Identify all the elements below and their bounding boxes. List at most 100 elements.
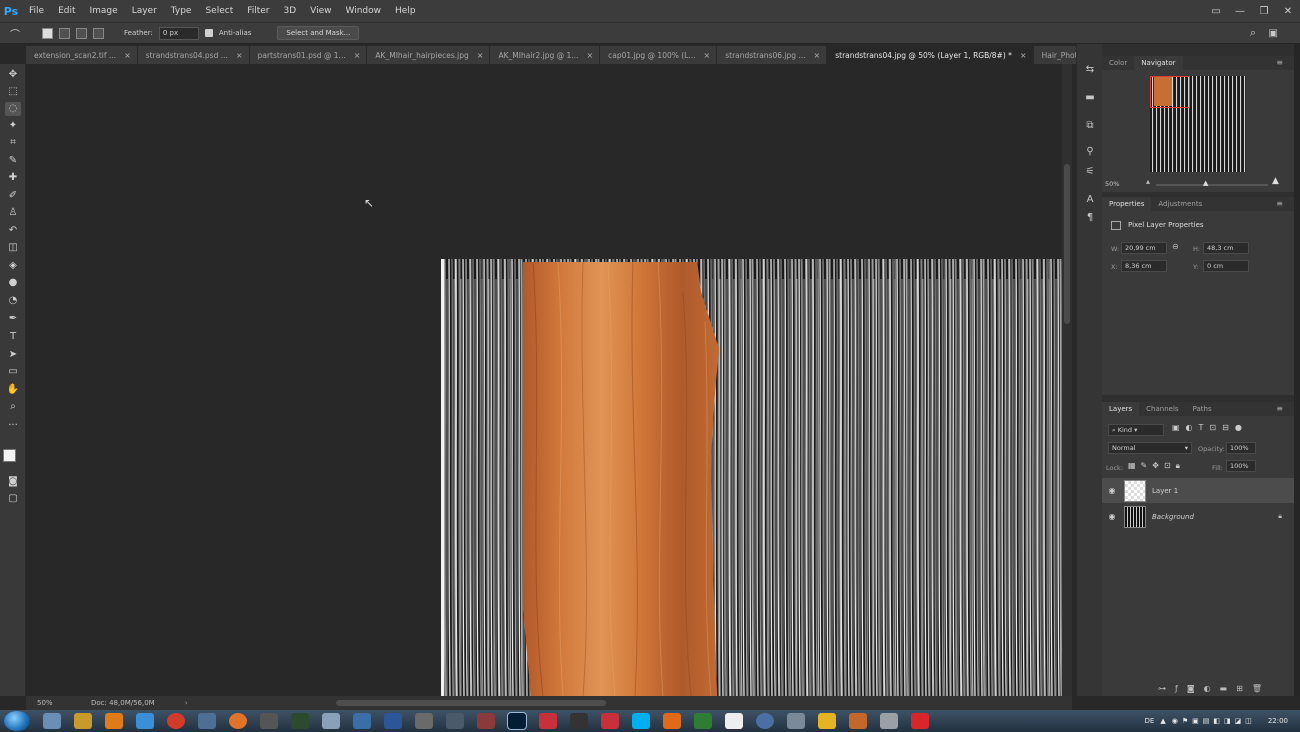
app-icon[interactable] — [74, 713, 92, 729]
canvas-area[interactable]: ↖ — [26, 64, 1072, 696]
close-button[interactable]: ✕ — [1276, 6, 1300, 17]
navigator-zoom-slider[interactable] — [1156, 184, 1268, 186]
layer-name[interactable]: Background — [1152, 513, 1194, 521]
horizontal-scroll-thumb[interactable] — [336, 700, 606, 706]
app-icon[interactable] — [849, 713, 867, 729]
tab-color[interactable]: Color — [1102, 56, 1134, 70]
workspace-icon[interactable]: ▭ — [1204, 6, 1228, 17]
foreground-color-swatch[interactable] — [3, 449, 16, 462]
stamp-tool-icon[interactable]: ♙ — [5, 206, 21, 220]
menu-edit[interactable]: Edit — [51, 6, 82, 16]
app-icon[interactable] — [880, 713, 898, 729]
width-field[interactable]: 20,99 cm — [1121, 242, 1167, 254]
firefox-icon[interactable] — [229, 713, 247, 729]
ie-icon[interactable] — [136, 713, 154, 729]
y-field[interactable]: 0 cm — [1203, 260, 1249, 272]
bucket-tool-icon[interactable]: ◈ — [5, 259, 21, 273]
screen-mode-icon[interactable]: ▢ — [5, 492, 21, 506]
panels-scrollbar[interactable] — [1294, 44, 1300, 696]
menu-select[interactable]: Select — [198, 6, 240, 16]
layer-filter-icons[interactable]: ▣◐T⊡⊟● — [1172, 423, 1248, 432]
tray-arrow-icon[interactable]: ▲ — [1160, 717, 1165, 725]
menu-layer[interactable]: Layer — [125, 6, 164, 16]
path-selection-icon[interactable]: ➤ — [5, 348, 21, 362]
tab-layers[interactable]: Layers — [1102, 402, 1140, 416]
character-panel-icon[interactable]: A — [1082, 192, 1098, 208]
doc-tab-active[interactable]: strandstrans04.jpg @ 50% (Layer 1, RGB/8… — [827, 46, 1034, 64]
layer-row[interactable]: ◉ Background 🔒︎ — [1102, 504, 1294, 529]
tab-adjustments[interactable]: Adjustments — [1151, 197, 1209, 211]
intersect-selection-icon[interactable] — [93, 27, 104, 39]
photoshop-taskbar-icon[interactable] — [507, 712, 527, 730]
fill-field[interactable]: 100% — [1226, 460, 1256, 472]
word-icon[interactable] — [384, 713, 402, 729]
navigator-zoom[interactable]: 50% — [1105, 180, 1119, 188]
panel-menu-icon[interactable]: ≡ — [1269, 402, 1290, 416]
zoom-out-icon[interactable]: ▴ — [1146, 177, 1150, 186]
app-icon[interactable] — [322, 713, 340, 729]
doc-tab[interactable]: strandstrans06.jpg ... × — [717, 46, 828, 64]
navigator-thumbnail[interactable] — [1150, 76, 1246, 172]
hand-tool-icon[interactable]: ✋ — [5, 383, 21, 397]
app-icon[interactable] — [663, 713, 681, 729]
eyedropper-tool-icon[interactable]: ✎ — [5, 154, 21, 168]
close-icon[interactable]: × — [814, 51, 821, 60]
tab-navigator[interactable]: Navigator — [1134, 56, 1183, 70]
add-selection-icon[interactable] — [59, 27, 70, 39]
panel-menu-icon[interactable]: ≡ — [1269, 56, 1290, 70]
minimize-button[interactable]: — — [1228, 6, 1252, 17]
filezilla-icon[interactable] — [601, 713, 619, 729]
menu-window[interactable]: Window — [339, 6, 389, 16]
layer-name[interactable]: Layer 1 — [1152, 487, 1178, 495]
zoom-in-icon[interactable]: ▲ — [1272, 176, 1279, 186]
menu-image[interactable]: Image — [83, 6, 125, 16]
layer-actions[interactable]: ⊶ƒ◙◐▬⊞🗑︎ — [1158, 684, 1271, 693]
brush-tool-icon[interactable]: ✐ — [5, 189, 21, 203]
close-icon[interactable]: × — [1020, 51, 1027, 60]
zoom-level[interactable]: 50% — [37, 699, 77, 707]
panel-menu-icon[interactable]: ≡ — [1269, 197, 1290, 211]
x-field[interactable]: 8,36 cm — [1121, 260, 1167, 272]
opera-icon[interactable] — [167, 713, 185, 729]
document-icon[interactable] — [725, 713, 743, 729]
workspace-switcher-icon[interactable]: ▣ — [1269, 28, 1278, 39]
menu-file[interactable]: File — [22, 6, 51, 16]
app-icon[interactable] — [446, 713, 464, 729]
more-tools-icon[interactable]: ··· — [5, 419, 21, 433]
app-icon[interactable] — [694, 713, 712, 729]
tab-channels[interactable]: Channels — [1139, 402, 1185, 416]
app-icon[interactable] — [353, 713, 371, 729]
app-icon[interactable] — [756, 713, 774, 729]
tray-icons[interactable]: ◉⚑▣▤◧◨◪◫ — [1172, 717, 1256, 725]
adjustments-sliders-icon[interactable]: ⚟ — [1082, 164, 1098, 180]
vertical-scrollbar[interactable] — [1062, 64, 1072, 696]
status-arrow-icon[interactable]: › — [185, 699, 188, 707]
marquee-tool-icon[interactable]: ⬚ — [5, 85, 21, 99]
layer-row[interactable]: ◉ Layer 1 — [1102, 478, 1294, 503]
document-image[interactable] — [441, 259, 1062, 696]
app-icon[interactable] — [291, 713, 309, 729]
app-icon[interactable] — [570, 713, 588, 729]
doc-tab[interactable]: extension_scan2.tif ... × — [26, 46, 138, 64]
eraser-tool-icon[interactable]: ◫ — [5, 241, 21, 255]
type-tool-icon[interactable]: T — [5, 330, 21, 344]
app-icon[interactable] — [818, 713, 836, 729]
menu-type[interactable]: Type — [164, 6, 199, 16]
feather-input[interactable]: 0 px — [158, 26, 199, 40]
tab-properties[interactable]: Properties — [1102, 197, 1152, 211]
lasso-tool-icon[interactable]: ◌ — [5, 102, 21, 116]
menu-help[interactable]: Help — [388, 6, 423, 16]
app-icon[interactable] — [477, 713, 495, 729]
height-field[interactable]: 48,3 cm — [1203, 242, 1249, 254]
eye-icon[interactable]: ◉ — [1102, 486, 1122, 495]
filter-kind-select[interactable]: ⌕ Kind ▾ — [1108, 424, 1164, 436]
start-button[interactable] — [4, 711, 30, 731]
vertical-scroll-thumb[interactable] — [1064, 164, 1070, 324]
clock[interactable]: 22:00 — [1268, 717, 1288, 725]
doc-tab[interactable]: cap01.jpg @ 100% (L... × — [600, 46, 718, 64]
doc-tab[interactable]: AK_MIhair2.jpg @ 1... × — [490, 46, 601, 64]
app-icon[interactable] — [539, 713, 557, 729]
tab-paths[interactable]: Paths — [1186, 402, 1219, 416]
close-icon[interactable]: × — [236, 51, 243, 60]
close-icon[interactable]: × — [586, 51, 593, 60]
